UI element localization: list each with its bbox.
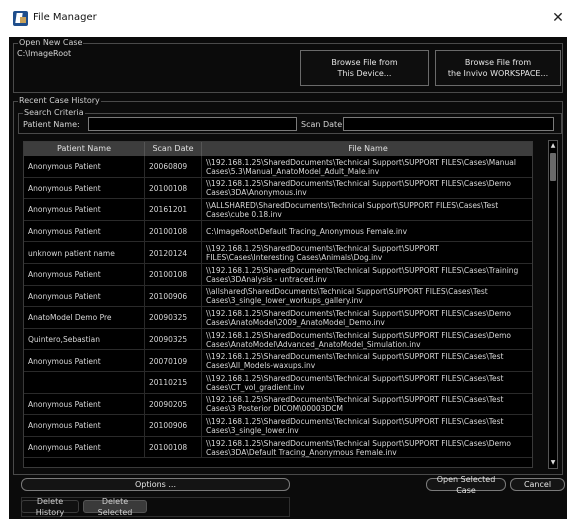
cell-patient-name: Anonymous Patient (24, 415, 145, 437)
scroll-up-icon[interactable]: ▲ (549, 141, 557, 151)
table-row[interactable]: Quintero,Sebastian 20090325 \\192.168.1.25… (24, 328, 532, 351)
cell-patient-name (24, 371, 145, 394)
cell-patient-name: Anonymous Patient (24, 156, 145, 178)
cell-scan-date: 20060809 (145, 156, 202, 178)
open-new-case-label: Open New Case (18, 38, 84, 47)
scroll-thumb[interactable] (550, 153, 556, 181)
cell-patient-name: unknown patient name (24, 242, 145, 264)
cell-patient-name: Anonymous Patient (24, 436, 145, 459)
cell-scan-date: 20100108 (145, 220, 202, 243)
cell-file-name: C:\ImageRoot\Default Tracing_Anonymous F… (202, 221, 532, 243)
cell-patient-name: Anonymous Patient (24, 220, 145, 243)
cell-file-name: \\192.168.1.25\SharedDocuments\Technical… (202, 307, 532, 329)
window-title: File Manager (33, 12, 97, 23)
delete-history-button[interactable]: Delete History (21, 497, 79, 517)
table-header: Patient Name Scan Date File Name (24, 142, 532, 156)
close-icon[interactable]: ✕ (547, 8, 569, 28)
cell-scan-date: 20100108 (145, 263, 202, 286)
cell-scan-date: 20070109 (145, 350, 202, 372)
column-header-file-name[interactable]: File Name (202, 142, 532, 156)
cell-file-name: \\192.168.1.25\SharedDocuments\Technical… (202, 264, 532, 286)
cell-file-name: \\192.168.1.25\SharedDocuments\Technical… (202, 350, 532, 372)
cell-file-name: \\192.168.1.25\SharedDocuments\Technical… (202, 242, 532, 264)
options-button[interactable]: Options ... (21, 478, 290, 491)
table-body: Anonymous Patient 20060809 \\192.168.1.25\… (24, 156, 532, 459)
scan-date-label: Scan Date: (301, 120, 345, 129)
cell-patient-name: Anonymous Patient (24, 350, 145, 372)
current-path: C:\ImageRoot (17, 49, 72, 58)
table-row[interactable]: Anonymous Patient 20060809 \\192.168.1.25\… (24, 156, 532, 178)
table-row[interactable]: Anonymous Patient 20100906 \\allshared\Sha… (24, 285, 532, 308)
scroll-down-icon[interactable]: ▼ (549, 458, 557, 468)
cell-file-name: \\192.168.1.25\SharedDocuments\Technical… (202, 437, 532, 459)
cell-patient-name: Anonymous Patient (24, 177, 145, 200)
table-row[interactable]: Anonymous Patient 20100108 \\192.168.1.25\… (24, 436, 532, 459)
cell-file-name: \\ALLSHARED\SharedDocuments\Technical Su… (202, 199, 532, 221)
table-row[interactable]: AnatoModel Demo Pre 20090325 \\192.168.1.2… (24, 307, 532, 329)
cell-patient-name: Quintero,Sebastian (24, 328, 145, 351)
cell-scan-date: 20120124 (145, 242, 202, 264)
patient-name-label: Patient Name: (23, 120, 80, 129)
scan-date-input[interactable] (343, 117, 554, 131)
cell-file-name: \\192.168.1.25\SharedDocuments\Technical… (202, 415, 532, 437)
cell-scan-date: 20110215 (145, 371, 202, 394)
cell-scan-date: 20100906 (145, 285, 202, 308)
cell-patient-name: Anonymous Patient (24, 263, 145, 286)
column-header-scan-date[interactable]: Scan Date (145, 142, 202, 156)
browse-device-button[interactable]: Browse File from This Device... (300, 50, 429, 86)
table-row[interactable]: Anonymous Patient 20100108 \\192.168.1.25\… (24, 263, 532, 286)
table-row[interactable]: Anonymous Patient 20100108 C:\ImageRoot\De… (24, 220, 532, 243)
dialog-body: Open New Case C:\ImageRoot Browse File f… (9, 37, 567, 519)
search-criteria-label: Search Criteria (23, 108, 85, 117)
cell-patient-name: Anonymous Patient (24, 393, 145, 416)
table-row[interactable]: unknown patient name 20120124 \\192.168.1.… (24, 242, 532, 264)
table-row[interactable]: Anonymous Patient 20100906 \\192.168.1.25\… (24, 415, 532, 437)
vertical-scrollbar[interactable]: ▲ ▼ (548, 140, 558, 469)
table-row[interactable]: 20110215 \\192.168.1.25\SharedDocuments\T… (24, 371, 532, 394)
table-row[interactable]: Anonymous Patient 20090205 \\192.168.1.25\… (24, 393, 532, 416)
cell-file-name: \\192.168.1.25\SharedDocuments\Technical… (202, 394, 532, 416)
cell-scan-date: 20090205 (145, 393, 202, 416)
cell-scan-date: 20090325 (145, 328, 202, 351)
browse-workspace-line2: the Invivo WORKSPACE... (447, 69, 549, 78)
cell-file-name: \\allshared\SharedDocuments\Technical Su… (202, 286, 532, 308)
file-manager-icon (13, 11, 28, 26)
column-header-patient-name[interactable]: Patient Name (24, 142, 145, 156)
cell-file-name: \\192.168.1.25\SharedDocuments\Technical… (202, 156, 532, 178)
cell-patient-name: Anonymous Patient (24, 285, 145, 308)
cell-scan-date: 20090325 (145, 307, 202, 329)
table-row[interactable]: Anonymous Patient 20161201 \\ALLSHARED\Sha… (24, 199, 532, 221)
delete-selected-button[interactable]: Delete Selected (83, 497, 147, 517)
browse-workspace-line1: Browse File from (464, 58, 532, 67)
cell-file-name: \\192.168.1.25\SharedDocuments\Technical… (202, 372, 532, 394)
cell-file-name: \\192.168.1.25\SharedDocuments\Technical… (202, 178, 532, 200)
table-row[interactable]: Anonymous Patient 20100108 \\192.168.1.25\… (24, 177, 532, 200)
patient-name-input[interactable] (88, 117, 297, 131)
cell-scan-date: 20100108 (145, 436, 202, 459)
title-bar: File Manager ✕ (0, 0, 574, 37)
cell-patient-name: AnatoModel Demo Pre (24, 307, 145, 329)
case-history-table: Patient Name Scan Date File Name Anonymo… (23, 141, 533, 468)
cell-scan-date: 20100906 (145, 415, 202, 437)
table-row[interactable]: Anonymous Patient 20070109 \\192.168.1.25\… (24, 350, 532, 372)
recent-case-history-label: Recent Case History (18, 96, 101, 105)
cell-scan-date: 20100108 (145, 177, 202, 200)
cancel-button[interactable]: Cancel (510, 478, 565, 491)
browse-workspace-button[interactable]: Browse File from the Invivo WORKSPACE... (435, 50, 561, 86)
cell-file-name: \\192.168.1.25\SharedDocuments\Technical… (202, 329, 532, 351)
cell-patient-name: Anonymous Patient (24, 199, 145, 221)
open-new-case-group: Open New Case C:\ImageRoot Browse File f… (13, 38, 563, 93)
browse-device-line2: This Device... (337, 69, 392, 78)
browse-device-line1: Browse File from (331, 58, 398, 67)
open-selected-case-button[interactable]: Open Selected Case (426, 475, 506, 495)
cell-scan-date: 20161201 (145, 199, 202, 221)
